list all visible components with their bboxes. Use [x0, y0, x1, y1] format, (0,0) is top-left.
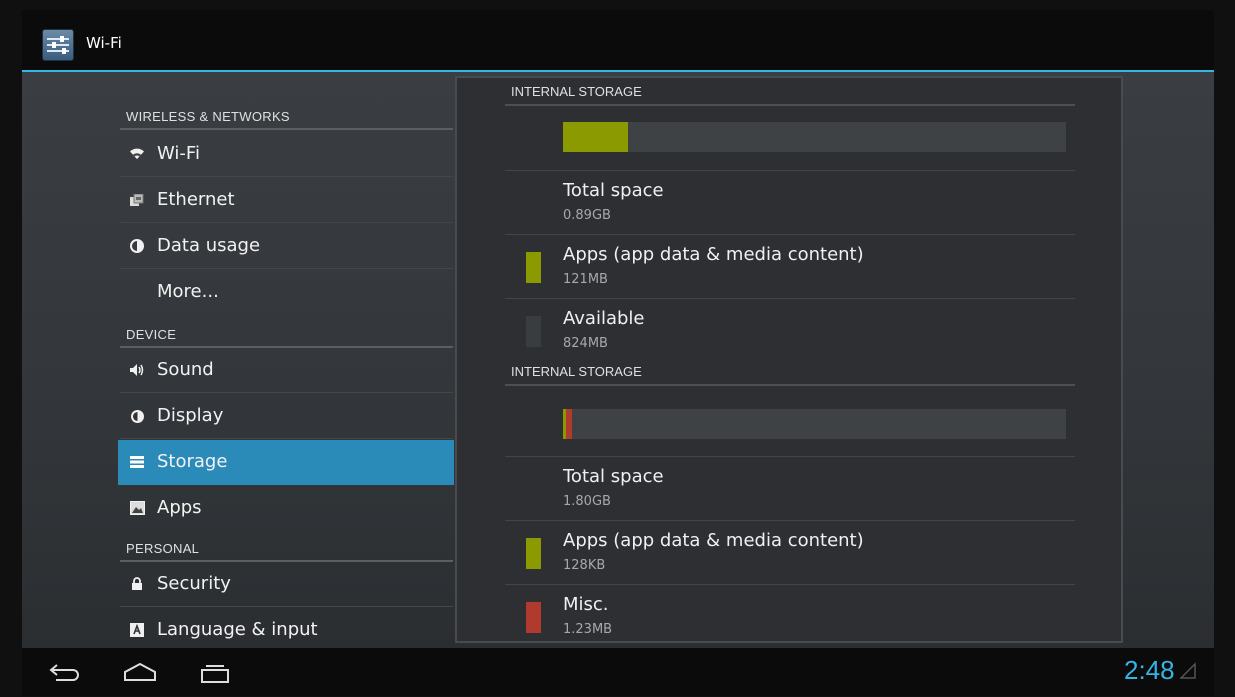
sidebar-item-label: Language & input [157, 619, 318, 640]
sidebar-item-display[interactable]: Display [120, 394, 453, 439]
sidebar-item-more[interactable]: More... [120, 270, 453, 315]
sidebar-item-label: Data usage [157, 235, 261, 256]
home-icon[interactable] [123, 662, 157, 686]
misc-color-swatch [526, 602, 541, 633]
row-title: Apps (app data & media content) [563, 530, 864, 551]
ethernet-icon [128, 191, 146, 209]
row-title: Available [563, 308, 645, 329]
apps-icon [128, 499, 146, 517]
wifi-icon [128, 145, 146, 163]
sidebar-item-language[interactable]: Language & input [120, 608, 453, 648]
storage-icon [128, 453, 146, 471]
row-value: 1.23MB [563, 622, 613, 637]
storage-section-header: INTERNAL STORAGE [505, 358, 1075, 386]
navigation-bar: 2:48 [22, 648, 1214, 696]
section-header-wireless: WIRELESS & NETWORKS [120, 104, 453, 130]
storage-usage-bar [563, 409, 1066, 439]
section-header-device: DEVICE [120, 322, 453, 348]
apps-color-swatch [526, 538, 541, 569]
storage-row-apps[interactable]: Apps (app data & media content) 121MB [505, 234, 1075, 298]
language-icon [128, 621, 146, 639]
recent-apps-icon[interactable] [200, 662, 230, 688]
sidebar-item-ethernet[interactable]: Ethernet [120, 178, 453, 223]
sidebar-item-label: Storage [157, 451, 228, 472]
sidebar-item-label: Ethernet [157, 189, 235, 210]
sidebar-item-security[interactable]: Security [120, 562, 453, 607]
tablet-screen: Wi-Fi WIRELESS & NETWORKS Wi-Fi Ethernet [22, 10, 1214, 696]
row-value: 128KB [563, 558, 606, 573]
action-bar: Wi-Fi [22, 10, 1214, 72]
apps-color-swatch [526, 252, 541, 283]
row-title: Misc. [563, 594, 609, 615]
sidebar-item-label: Apps [157, 497, 202, 518]
storage-panel: INTERNAL STORAGE Total space 0.89GB Apps… [455, 76, 1123, 643]
row-value: 0.89GB [563, 208, 611, 223]
available-color-swatch [526, 316, 541, 347]
sidebar-item-apps[interactable]: Apps [120, 486, 453, 531]
sidebar-item-label: Sound [157, 359, 214, 380]
sidebar-item-label: Wi-Fi [157, 143, 200, 164]
row-value: 824MB [563, 336, 608, 351]
settings-app-icon[interactable] [42, 29, 74, 61]
app-title: Wi-Fi [86, 34, 122, 52]
row-value: 1.80GB [563, 494, 611, 509]
storage-row-total[interactable]: Total space 0.89GB [505, 170, 1075, 234]
usage-segment [566, 409, 572, 439]
sidebar-item-storage[interactable]: Storage [118, 440, 454, 485]
storage-row-misc[interactable]: Misc. 1.23MB [505, 584, 1075, 641]
sidebar-item-sound[interactable]: Sound [120, 348, 453, 393]
settings-sidebar: WIRELESS & NETWORKS Wi-Fi Ethernet Data … [118, 72, 456, 648]
row-value: 121MB [563, 272, 608, 287]
sidebar-item-label: Display [157, 405, 224, 426]
storage-row-total[interactable]: Total space 1.80GB [505, 456, 1075, 520]
brightness-icon [128, 407, 146, 425]
lock-icon [128, 575, 146, 593]
sidebar-item-label: Security [157, 573, 231, 594]
storage-row-apps[interactable]: Apps (app data & media content) 128KB [505, 520, 1075, 584]
content-area: WIRELESS & NETWORKS Wi-Fi Ethernet Data … [22, 72, 1214, 648]
usage-segment [563, 122, 628, 152]
storage-usage-bar [563, 122, 1066, 152]
data-usage-icon [128, 237, 146, 255]
speaker-icon [128, 361, 146, 379]
storage-row-available[interactable]: Available 824MB [505, 298, 1075, 358]
row-title: Apps (app data & media content) [563, 244, 864, 265]
back-icon[interactable] [48, 662, 82, 686]
clock[interactable]: 2:48 [1124, 655, 1175, 686]
sidebar-item-wifi[interactable]: Wi-Fi [120, 132, 453, 177]
section-header-personal: PERSONAL [120, 536, 453, 562]
sidebar-item-data-usage[interactable]: Data usage [120, 224, 453, 269]
sidebar-item-label: More... [157, 281, 219, 302]
row-title: Total space [563, 466, 664, 487]
row-title: Total space [563, 180, 664, 201]
signal-icon [1179, 662, 1197, 684]
storage-section-header: INTERNAL STORAGE [505, 78, 1075, 106]
